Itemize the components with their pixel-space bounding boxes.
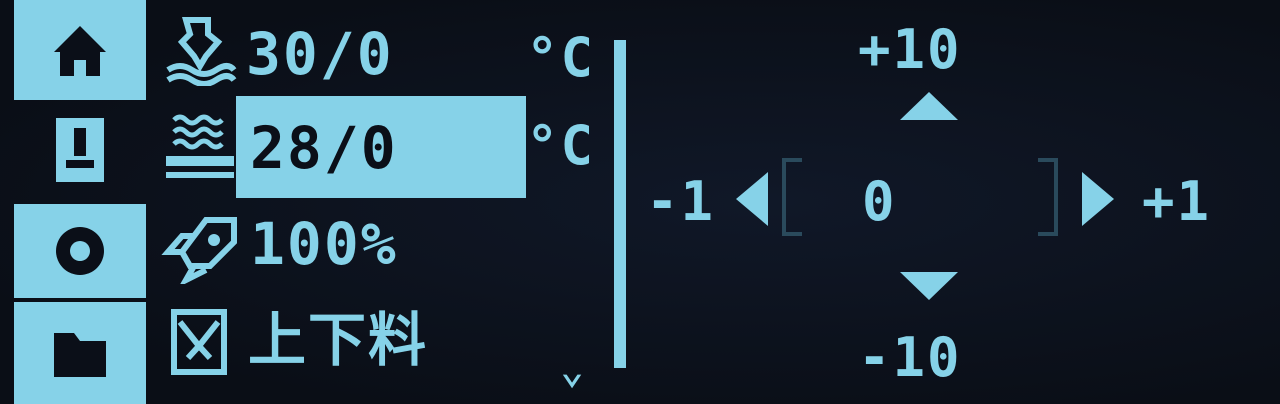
value-bracket-right: [1038, 158, 1058, 236]
fan-speed-value[interactable]: 100%: [250, 214, 398, 274]
folder-icon: [54, 333, 106, 377]
bed-temp-unit: °C: [526, 114, 596, 177]
bed-icon: [166, 114, 234, 178]
arrow-left-icon[interactable]: [734, 170, 770, 228]
arrow-down-icon[interactable]: [898, 270, 960, 302]
move-right-label: +1: [1142, 170, 1212, 233]
arrow-right-icon[interactable]: [1080, 170, 1116, 228]
arrow-up-icon[interactable]: [898, 90, 960, 122]
move-left-label: -1: [646, 170, 716, 233]
fan-icon: [161, 217, 237, 284]
nozzle-temp-unit: °C: [526, 26, 596, 89]
nozzle-temp-value[interactable]: 30/0: [246, 24, 394, 84]
settings-icon: [56, 227, 104, 275]
tab-files[interactable]: [14, 302, 146, 404]
filament-icon: [171, 309, 227, 375]
more-indicator[interactable]: ⌄: [560, 340, 586, 400]
tab-printer[interactable]: [14, 100, 146, 200]
home-icon: [54, 26, 106, 76]
panel-divider: [614, 40, 626, 368]
move-down-label: -10: [858, 326, 962, 389]
tab-bar: [14, 0, 146, 404]
value-bracket-left: [782, 158, 802, 236]
tab-home[interactable]: [14, 0, 146, 100]
move-value[interactable]: 0: [862, 174, 897, 230]
bed-temp-value[interactable]: 28/0: [250, 118, 398, 178]
printer-lcd-screen: 30/0 °C 28/0 °C 100% 上下料 ⌄ +10 -1 0 +1 -…: [0, 0, 1280, 404]
tab-settings[interactable]: [14, 204, 146, 298]
printer-icon: [56, 118, 104, 182]
nozzle-icon: [166, 17, 237, 86]
move-up-label: +10: [858, 18, 962, 81]
filament-label[interactable]: 上下料: [248, 310, 428, 370]
